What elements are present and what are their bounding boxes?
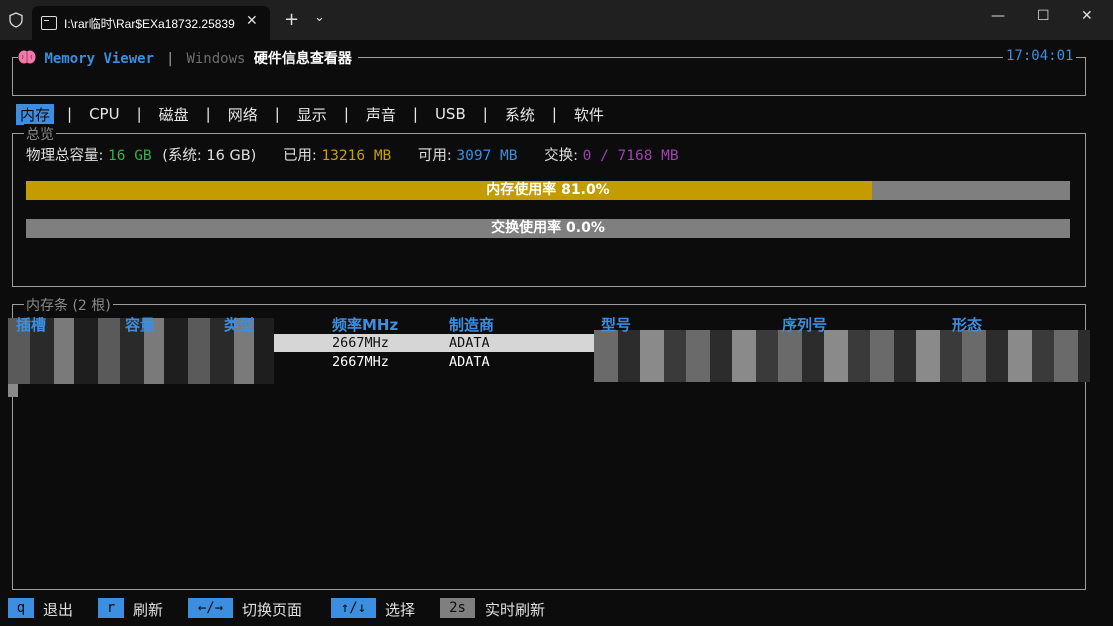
column-header-slot: 插槽 [16, 316, 47, 334]
menu-separator: | [136, 105, 142, 123]
tab-display[interactable]: 显示 [293, 104, 331, 125]
tab-network[interactable]: 网络 [224, 104, 262, 125]
row-1-manufacturer: ADATA [449, 335, 490, 351]
close-window-button[interactable]: ✕ [1081, 8, 1093, 24]
used-value: 13216 MB [321, 148, 392, 164]
tab-software[interactable]: 软件 [570, 104, 608, 125]
column-header-manufacturer: 制造商 [449, 316, 495, 334]
tab-usb[interactable]: USB [431, 105, 470, 123]
terminal-icon [41, 16, 57, 30]
column-header-form-factor: 形态 [952, 316, 983, 334]
menu-separator: | [412, 105, 418, 123]
key-refresh[interactable]: r [98, 598, 124, 618]
tab-title: I:\rar临时\Rar$EXa18732.25839 [64, 17, 235, 31]
column-header-capacity: 容量 [125, 316, 156, 334]
terminal-tab[interactable]: I:\rar临时\Rar$EXa18732.25839 ✕ [32, 6, 270, 40]
key-live-refresh-label: 实时刷新 [485, 601, 546, 619]
column-header-serial: 序列号 [782, 316, 828, 334]
app-title: Memory Viewer | Windows 硬件信息查看器 [18, 48, 358, 68]
minimize-button[interactable]: — [991, 8, 1005, 24]
chevron-down-icon[interactable]: ⌄ [314, 10, 325, 25]
brain-icon [18, 50, 36, 64]
key-hints: q 退出 r 刷新 ←/→ 切换页面 ↑/↓ 选择 2s 实时刷新 [0, 598, 1113, 620]
new-tab-icon[interactable]: + [284, 9, 299, 30]
row-2-frequency[interactable]: 2667MHz [332, 354, 389, 370]
key-live-refresh[interactable]: 2s [440, 598, 475, 618]
available-label: 可用: [417, 148, 452, 164]
redacted-block [594, 330, 1090, 382]
key-switch-page-label: 切换页面 [242, 601, 303, 619]
swap-usage-label: 交换使用率 0.0% [491, 220, 605, 236]
key-select[interactable]: ↑/↓ [331, 598, 376, 618]
key-switch-page[interactable]: ←/→ [188, 598, 233, 618]
close-tab-icon[interactable]: ✕ [246, 13, 258, 29]
menu-separator: | [205, 105, 211, 123]
clock: 17:04:01 [1003, 48, 1077, 64]
shield-icon[interactable] [8, 12, 24, 28]
row-2-manufacturer[interactable]: ADATA [449, 354, 490, 370]
overview-legend: 总览 [24, 124, 56, 144]
memory-usage-label: 内存使用率 81.0% [486, 182, 610, 198]
app-name: Memory Viewer [44, 51, 155, 67]
total-value: 16 GB [108, 148, 152, 164]
column-header-frequency: 频率MHz [332, 316, 399, 334]
tab-memory[interactable]: 内存 [16, 103, 55, 125]
key-quit-label: 退出 [43, 601, 74, 619]
key-quit[interactable]: q [8, 598, 34, 618]
tab-sound[interactable]: 声音 [362, 104, 400, 125]
menu-separator: | [274, 105, 280, 123]
windows-label: Windows [186, 51, 246, 67]
used-label: 已用: [282, 148, 317, 164]
row-1-frequency: 2667MHz [332, 335, 389, 351]
total-label: 物理总容量: [26, 148, 104, 164]
key-refresh-label: 刷新 [133, 601, 164, 619]
memory-stats: 物理总容量: 16 GB (系统: 16 GB) 已用: 13216 MB 可用… [26, 144, 679, 165]
column-header-type: 类型 [224, 316, 255, 334]
menu-separator: | [482, 105, 488, 123]
column-header-model: 型号 [601, 316, 632, 334]
maximize-button[interactable]: ☐ [1037, 8, 1050, 24]
tab-system[interactable]: 系统 [501, 104, 539, 125]
menu-separator: | [343, 105, 349, 123]
swap-usage-bar: 交换使用率 0.0% [26, 219, 1070, 238]
modules-legend: 内存条 (2 根) [24, 295, 113, 315]
menu-separator: | [67, 105, 73, 123]
available-value: 3097 MB [456, 148, 518, 164]
redacted-block [8, 384, 18, 397]
title-separator: | [166, 51, 175, 67]
menu-separator: | [551, 105, 557, 123]
app-subtitle: 硬件信息查看器 [253, 51, 352, 67]
tab-disk[interactable]: 磁盘 [155, 104, 193, 125]
memory-usage-bar: 内存使用率 81.0% [26, 181, 1070, 200]
key-select-label: 选择 [385, 601, 416, 619]
system-total: (系统: 16 GB) [162, 148, 257, 164]
swap-label: 交换: [544, 148, 578, 164]
page-menu: 内存 | CPU | 磁盘 | 网络 | 显示 | 声音 | USB | 系统 … [16, 103, 608, 125]
selected-row-highlight[interactable] [274, 334, 594, 352]
swap-value: 0 / 7168 MB [582, 148, 679, 164]
window-titlebar: I:\rar临时\Rar$EXa18732.25839 ✕ + ⌄ — ☐ ✕ [0, 0, 1113, 40]
tab-cpu[interactable]: CPU [85, 105, 124, 123]
